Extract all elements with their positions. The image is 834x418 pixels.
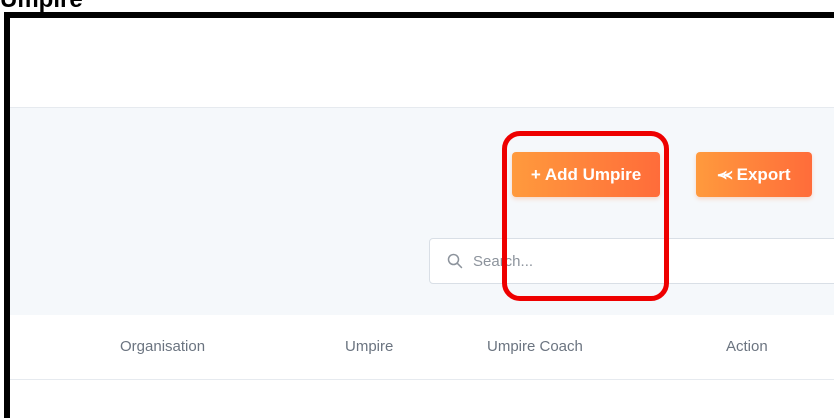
add-umpire-button[interactable]: + Add Umpire [512, 152, 660, 197]
column-header-umpire-coach[interactable]: Umpire Coach [487, 315, 583, 379]
page-title: Umpire [0, 0, 83, 12]
column-header-organisation[interactable]: Organisation [120, 315, 205, 379]
search-box[interactable] [429, 238, 834, 284]
search-icon [447, 253, 463, 269]
export-button[interactable]: ⪻ Export [696, 152, 812, 197]
add-umpire-label: + Add Umpire [530, 164, 642, 184]
search-input[interactable] [471, 251, 815, 271]
app-frame: + Add Umpire ⪻ Export Organisation Umpir… [4, 12, 834, 418]
column-header-umpire[interactable]: Umpire [345, 315, 393, 379]
double-chevron-up-icon: ⪻ [717, 165, 733, 183]
export-label: Export [736, 164, 791, 184]
table-header: Organisation Umpire Umpire Coach Action [10, 315, 834, 380]
header-bar [10, 18, 834, 108]
column-header-action: Action [726, 338, 768, 355]
